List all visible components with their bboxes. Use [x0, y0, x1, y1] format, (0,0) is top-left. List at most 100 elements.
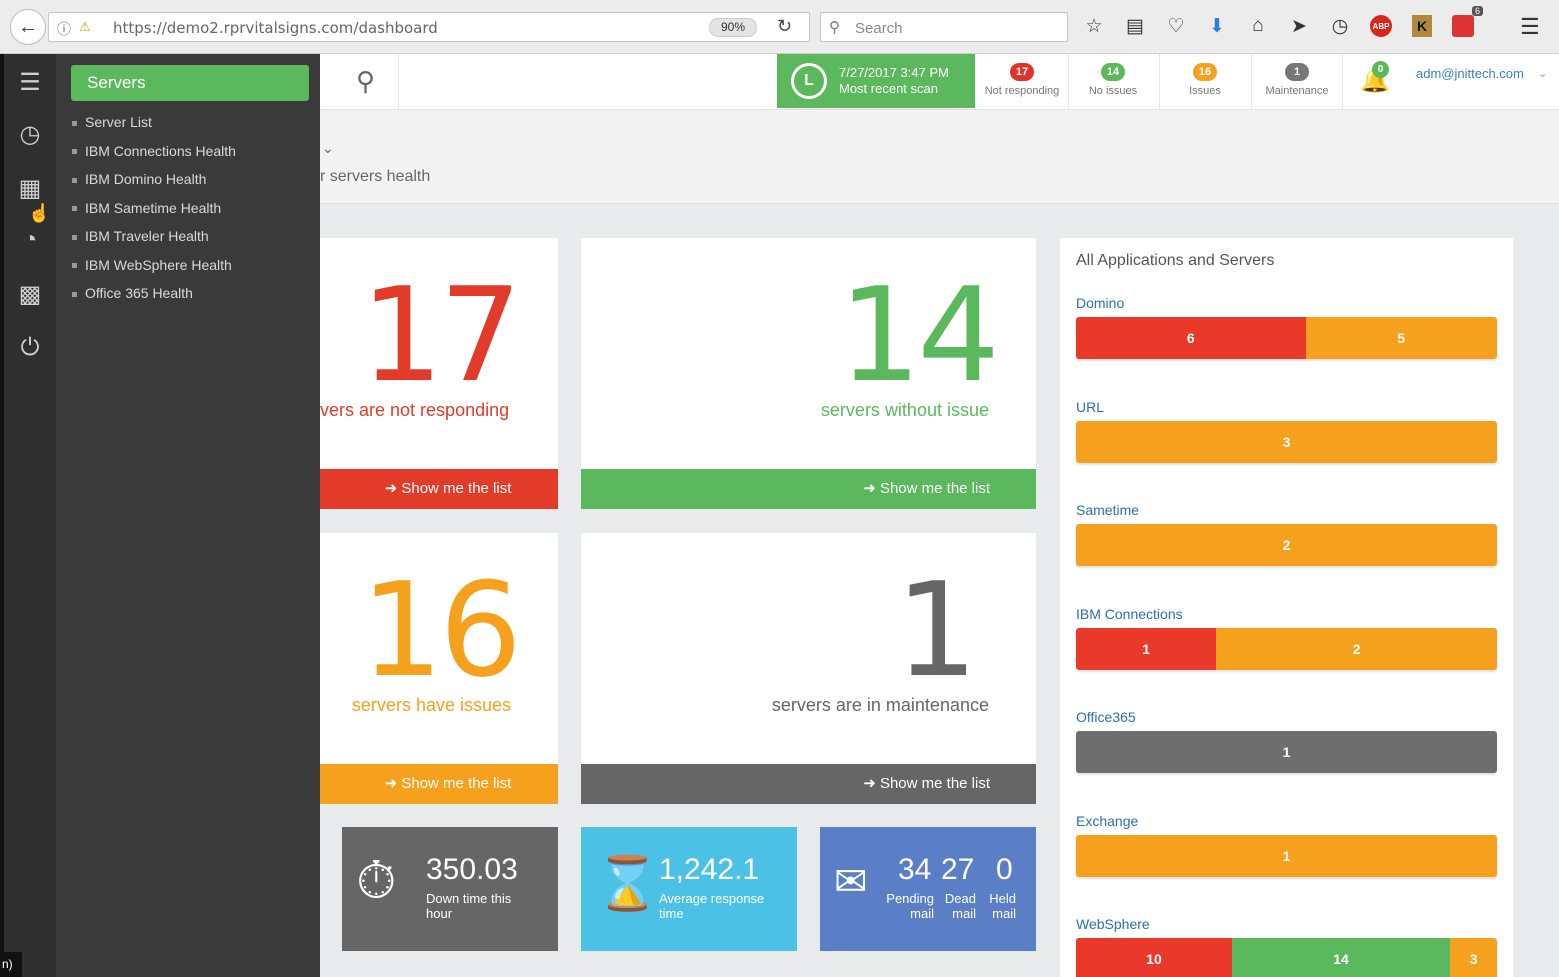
hamburger-menu-icon[interactable]: ☰: [14, 66, 46, 98]
flyout-item[interactable]: IBM Traveler Health: [72, 228, 209, 244]
no-issue-count: 14: [838, 259, 1000, 411]
header-stat-no-issues[interactable]: 14 No issues: [1068, 54, 1158, 110]
dead-mail-label: Dead mail: [944, 891, 976, 921]
status-segment[interactable]: 6: [1076, 317, 1306, 359]
page-subtitle: r servers health: [320, 168, 431, 185]
bookmark-star-icon[interactable]: ☆: [1082, 12, 1106, 40]
flyout-item-label: IBM Connections Health: [85, 142, 236, 159]
downtime-label: Down time this hour: [426, 891, 512, 921]
red-extension-icon[interactable]: 6: [1451, 6, 1483, 40]
bullet-icon: [72, 206, 77, 212]
back-button[interactable]: ←: [10, 9, 46, 45]
header-stat-maintenance[interactable]: 1 Maintenance: [1252, 54, 1342, 110]
status-segment[interactable]: 1: [1076, 731, 1497, 773]
stat-label: Not responding: [984, 85, 1060, 97]
mail-tile[interactable]: ✉ 34 Pending mail 27 Dead mail 0 Held mail: [820, 827, 1036, 951]
dashboard-gauge-icon[interactable]: ◷: [14, 118, 46, 150]
reader-list-icon[interactable]: ▤: [1123, 12, 1147, 40]
status-segment[interactable]: 14: [1231, 938, 1451, 977]
flyout-item[interactable]: IBM Connections Health: [72, 143, 236, 159]
panel-title: All Applications and Servers: [1076, 252, 1275, 269]
recent-scan-button[interactable]: L 7/27/2017 3:47 PM Most recent scan: [777, 54, 975, 108]
bullet-icon: [72, 120, 77, 126]
pocket-icon[interactable]: ♡: [1164, 12, 1188, 40]
app-status-bar[interactable]: 2: [1076, 524, 1497, 566]
flyout-item[interactable]: IBM Sametime Health: [72, 200, 221, 216]
app-name[interactable]: URL: [1076, 399, 1104, 415]
flyout-item[interactable]: Server List: [72, 114, 152, 130]
header-search-icon[interactable]: ⚲: [356, 66, 375, 97]
home-icon[interactable]: ⌂: [1246, 12, 1270, 40]
no-issue-text: servers without issue: [820, 400, 989, 420]
bullet-icon: [72, 234, 77, 240]
icon-sidebar: ☰ ◷ ▦ ◔ ▩ ⏻: [0, 54, 56, 977]
scan-date: 7/27/2017 3:47 PM: [839, 65, 949, 80]
status-segment[interactable]: 2: [1076, 524, 1497, 566]
chevron-down-icon[interactable]: ⌄: [1538, 67, 1547, 80]
status-segment[interactable]: 1: [1076, 834, 1497, 877]
history-icon[interactable]: ◷: [1328, 12, 1352, 40]
response-time-value: 1,242.1: [659, 853, 760, 886]
app-status-bar[interactable]: 10 14 3: [1076, 938, 1497, 977]
flyout-item[interactable]: Office 365 Health: [72, 285, 193, 301]
app-name[interactable]: Domino: [1076, 295, 1124, 311]
bar-chart-icon[interactable]: ▩: [14, 278, 46, 310]
flyout-item-label: IBM Traveler Health: [85, 228, 209, 244]
info-icon[interactable]: ⓘ: [57, 19, 71, 39]
servers-flyout-menu: [56, 54, 320, 977]
app-status-bar[interactable]: 3: [1076, 420, 1497, 463]
status-segment[interactable]: 5: [1305, 317, 1497, 359]
status-segment[interactable]: 3: [1450, 938, 1497, 977]
stat-count-badge: 14: [1100, 63, 1126, 81]
no-issue-list-button[interactable]: ➜ Show me the list: [581, 469, 1036, 509]
app-status-bar[interactable]: 65: [1076, 317, 1497, 359]
app-name[interactable]: WebSphere: [1076, 916, 1150, 932]
issues-card: 16 servers have issues ➜ Show me the lis…: [320, 533, 558, 804]
issues-list-button[interactable]: ➜ Show me the list: [320, 764, 558, 804]
issues-count: 16: [360, 554, 522, 706]
browser-menu-icon[interactable]: ☰: [1520, 14, 1540, 40]
maintenance-list-button[interactable]: ➜ Show me the list: [581, 764, 1036, 804]
arrow-right-icon: ➜: [384, 775, 402, 792]
k-extension-icon[interactable]: K: [1410, 12, 1434, 40]
response-time-tile[interactable]: ⌛ 1,242.1 Average response time: [581, 827, 797, 951]
app-name[interactable]: Exchange: [1076, 813, 1138, 829]
app-name[interactable]: Office365: [1076, 709, 1136, 725]
app-status-bar[interactable]: 1: [1076, 834, 1497, 877]
browser-search-input[interactable]: ⚲ Search: [820, 12, 1068, 42]
app-status-bar[interactable]: 1: [1076, 731, 1497, 773]
chevron-down-icon[interactable]: ⌄: [322, 140, 334, 157]
clock-history-icon: L: [791, 63, 827, 99]
not-responding-text: vers are not responding: [320, 400, 510, 420]
downtime-tile[interactable]: ⏱ 350.03 Down time this hour: [342, 827, 558, 951]
stat-label: No issues: [1088, 85, 1138, 97]
status-segment[interactable]: 3: [1076, 420, 1497, 463]
notification-badge: 0: [1372, 61, 1389, 78]
not-responding-list-button[interactable]: ➜ Show me the list: [320, 469, 558, 509]
servers-icon[interactable]: ▦: [14, 172, 46, 204]
app-name[interactable]: IBM Connections: [1076, 606, 1183, 622]
insecure-lock-icon[interactable]: ⚠: [79, 19, 91, 35]
url-bar[interactable]: ⓘ ⚠ https://demo2.rprvitalsigns.com/dash…: [48, 12, 810, 42]
power-plug-icon[interactable]: ⏻: [14, 332, 46, 364]
app-name[interactable]: Sametime: [1076, 502, 1139, 518]
user-menu[interactable]: adm@jnittech.com: [1416, 66, 1524, 81]
bullet-icon: [72, 263, 77, 269]
header-stat-not-responding[interactable]: 17 Not responding: [977, 54, 1067, 110]
pie-chart-icon[interactable]: ◔: [14, 224, 46, 256]
url-text[interactable]: https://demo2.rprvitalsigns.com/dashboar…: [113, 19, 438, 37]
status-segment[interactable]: 1: [1076, 627, 1217, 670]
flyout-item[interactable]: IBM Domino Health: [72, 171, 206, 187]
download-icon[interactable]: ⬇: [1205, 12, 1229, 40]
adblock-icon[interactable]: ABP: [1369, 12, 1393, 40]
status-segment[interactable]: 10: [1076, 938, 1232, 977]
status-segment[interactable]: 2: [1216, 627, 1497, 670]
reload-icon[interactable]: ↻: [777, 16, 792, 37]
app-status-bar[interactable]: 12: [1076, 627, 1497, 670]
zoom-level[interactable]: 90%: [709, 18, 757, 37]
header-stat-issues[interactable]: 16 Issues: [1160, 54, 1250, 110]
flyout-title[interactable]: Servers: [71, 65, 309, 101]
bullet-icon: [72, 149, 77, 155]
send-icon[interactable]: ➤: [1287, 12, 1311, 40]
flyout-item[interactable]: IBM WebSphere Health: [72, 257, 232, 273]
